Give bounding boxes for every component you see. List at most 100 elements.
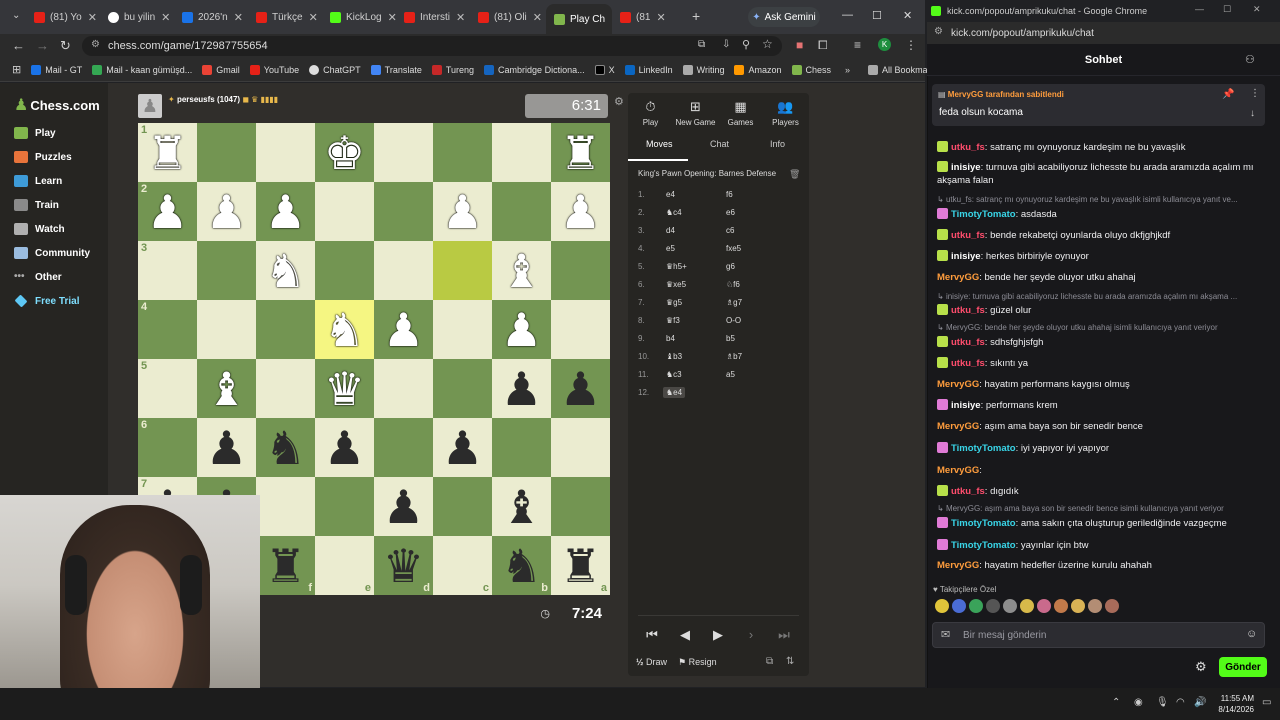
chat-username[interactable]: inisiye [951, 400, 981, 411]
forward-icon[interactable]: → [36, 38, 49, 53]
square-d3[interactable] [374, 241, 433, 300]
minimize-icon[interactable]: — [1195, 4, 1204, 14]
emote-icon[interactable] [1003, 599, 1017, 613]
black-move[interactable]: ♘f6 [726, 280, 740, 289]
white-queen[interactable]: ♛ [324, 366, 365, 412]
site-info-icon[interactable]: ⚙ [91, 39, 100, 50]
install-icon[interactable]: ⇩ [722, 39, 730, 50]
square-h1[interactable]: 1 ♜ [138, 123, 197, 182]
white-move[interactable]: d4 [666, 226, 675, 235]
tab-youtube-5[interactable]: (81 ✕ [620, 6, 682, 28]
subtab-moves[interactable]: Moves [646, 139, 673, 149]
ask-gemini-button[interactable]: ✦ Ask Gemini [748, 7, 820, 27]
square-c2[interactable]: ♟ [433, 182, 492, 241]
square-c6[interactable]: ♟ [433, 418, 492, 477]
chat-username[interactable]: utku_fs [951, 142, 985, 153]
black-move[interactable]: ♗b7 [726, 352, 742, 361]
last-move-icon[interactable]: ⏭ [770, 625, 798, 645]
notifications-icon[interactable]: ▭ [1262, 697, 1271, 708]
emote-icon[interactable] [1105, 599, 1119, 613]
close-tab-icon[interactable]: ✕ [309, 11, 318, 24]
square-h6[interactable]: 6 [138, 418, 197, 477]
bookmark-item[interactable]: X [594, 64, 615, 75]
square-g5[interactable]: ♝ [197, 359, 256, 418]
media-icon[interactable]: ≡ [854, 38, 861, 52]
nav-free-trial[interactable]: Free Trial [14, 294, 79, 308]
black-move[interactable]: fxe5 [726, 244, 741, 253]
chat-username[interactable]: inisiye [951, 251, 981, 262]
square-b3[interactable]: ♝ [492, 241, 551, 300]
chat-username[interactable]: utku_fs [951, 486, 985, 497]
square-d2[interactable] [374, 182, 433, 241]
more-bookmarks-icon[interactable]: » [845, 65, 850, 75]
square-b4[interactable]: ♟ [492, 300, 551, 359]
square-f6[interactable]: ♞ [256, 418, 315, 477]
square-a3[interactable] [551, 241, 610, 300]
square-f1[interactable] [256, 123, 315, 182]
chat-settings-icon[interactable]: ⚙ [1195, 659, 1207, 675]
black-pawn[interactable]: ♟ [442, 425, 483, 471]
emote-icon[interactable] [1071, 599, 1085, 613]
close-window-icon[interactable]: ✕ [903, 9, 912, 22]
square-b8[interactable]: ♞ b [492, 536, 551, 595]
chat-username[interactable]: TimotyTomato [951, 518, 1016, 529]
chat-username[interactable]: MervyGG [937, 560, 979, 571]
panel-tab-new-game[interactable]: ⊞ New Game [673, 99, 718, 127]
zoom-icon[interactable]: ⚲ [742, 38, 750, 51]
square-f5[interactable] [256, 359, 315, 418]
close-tab-icon[interactable]: ✕ [456, 11, 465, 24]
close-tab-icon[interactable]: ✕ [388, 11, 397, 24]
square-h5[interactable]: 5 [138, 359, 197, 418]
tab-youtube-3[interactable]: Intersti ✕ [404, 6, 474, 28]
bookmark-item[interactable]: Cambridge Dictiona... [484, 64, 585, 75]
white-knight[interactable]: ♞ [324, 307, 365, 353]
square-e7[interactable] [315, 477, 374, 536]
square-c3-highlight[interactable] [433, 241, 492, 300]
black-rook[interactable]: ♜ [560, 543, 601, 589]
forward-move-icon[interactable]: › [737, 625, 765, 645]
black-pawn[interactable]: ♟ [383, 484, 424, 530]
chat-username[interactable]: TimotyTomato [951, 540, 1016, 551]
square-b2[interactable] [492, 182, 551, 241]
nav-other[interactable]: ••• Other [14, 271, 62, 283]
opponent-avatar[interactable]: ♟ [138, 94, 162, 118]
unpin-icon[interactable]: 📌 [1222, 89, 1234, 100]
white-pawn[interactable]: ♟ [442, 189, 483, 235]
square-a1[interactable]: ♜ [551, 123, 610, 182]
white-rook[interactable]: ♜ [560, 130, 601, 176]
microphone-icon[interactable]: 🎙 [1156, 697, 1169, 708]
white-pawn[interactable]: ♟ [383, 307, 424, 353]
square-g2[interactable]: ♟ [197, 182, 256, 241]
emoji-picker-icon[interactable]: ☺ [1246, 628, 1257, 640]
black-pawn[interactable]: ♟ [324, 425, 365, 471]
panel-tab-players[interactable]: 👥 Players [763, 99, 808, 127]
close-tab-icon[interactable]: ✕ [161, 11, 170, 24]
nav-play[interactable]: Play [14, 127, 56, 139]
square-h2[interactable]: 2 ♟ [138, 182, 197, 241]
profile-avatar[interactable]: K [878, 38, 891, 51]
black-move[interactable]: g6 [726, 262, 735, 271]
reload-icon[interactable]: ↻ [60, 38, 71, 54]
white-move-current[interactable]: ♞e4 [663, 386, 686, 398]
white-knight[interactable]: ♞ [265, 248, 306, 294]
wifi-icon[interactable]: ◠ [1176, 697, 1185, 708]
emote-icon[interactable] [935, 599, 949, 613]
chat-username[interactable]: TimotyTomato [951, 443, 1016, 454]
tab-play-chess[interactable]: Play Ch ✕ [546, 4, 612, 34]
square-b5[interactable]: ♟ [492, 359, 551, 418]
panel-tab-games[interactable]: ▦ Games [718, 99, 763, 127]
nav-watch[interactable]: Watch [14, 223, 65, 235]
reply-context[interactable]: ↳ inisiye: turnuva gibi acabiliyoruz lic… [937, 292, 1267, 301]
close-tab-icon[interactable]: ✕ [234, 11, 243, 24]
chat-username[interactable]: utku_fs [951, 337, 985, 348]
square-d7[interactable]: ♟ [374, 477, 433, 536]
black-move[interactable]: e6 [726, 208, 735, 217]
close-tab-icon[interactable]: ✕ [656, 11, 665, 24]
square-g6[interactable]: ♟ [197, 418, 256, 477]
pinned-menu-icon[interactable]: ⋮ [1250, 88, 1260, 99]
panel-tab-play[interactable]: ⏱ Play [628, 99, 673, 127]
emote-icon[interactable] [1037, 599, 1051, 613]
white-move[interactable]: ♛xe5 [666, 280, 686, 289]
back-icon[interactable]: ← [12, 38, 25, 53]
black-move[interactable]: f6 [726, 190, 733, 199]
